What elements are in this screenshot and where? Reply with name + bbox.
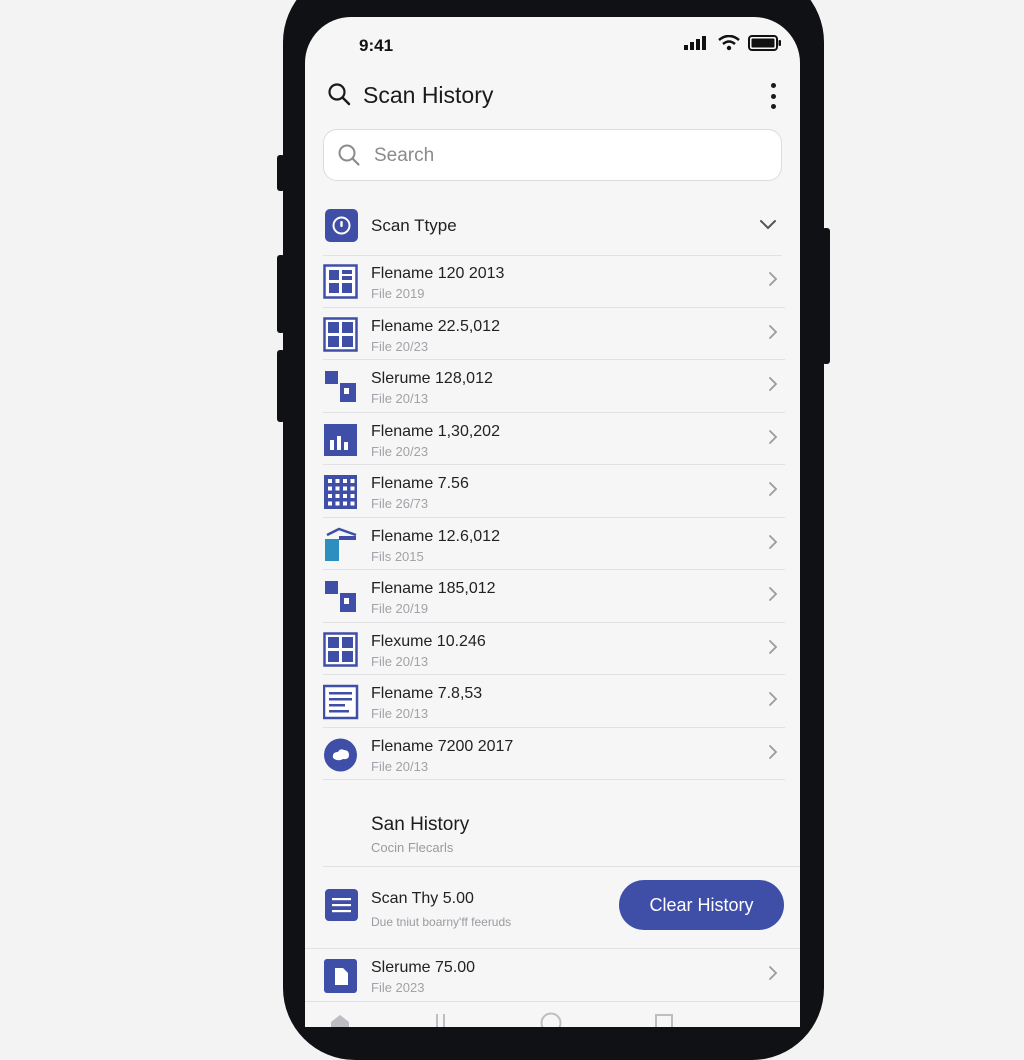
- wifi-icon: [718, 35, 740, 51]
- phone-screen: 9:41 Scan History Search Scan Ttype Flen…: [305, 17, 800, 1027]
- chevron-right-icon: [769, 482, 778, 496]
- scan-type-icon: [325, 209, 358, 242]
- battery-icon: [748, 35, 781, 51]
- list-item[interactable]: Slerume 128,012 File 20/13: [323, 360, 785, 413]
- list-item[interactable]: Flename 7.56 File 26/73: [323, 465, 785, 518]
- section-title: San History: [371, 814, 470, 835]
- list-item-subtitle: File 26/73: [371, 496, 429, 511]
- chevron-right-icon: [769, 966, 778, 980]
- list-item-subtitle: File 20/19: [371, 601, 429, 616]
- chevron-right-icon: [769, 639, 778, 654]
- list-item[interactable]: Flename 7200 2017 File 20/13: [323, 728, 785, 780]
- list-item-title: Flename 7.8,53: [371, 685, 483, 702]
- list-item[interactable]: Slerume 75.00 File 2023: [323, 949, 785, 1001]
- list-item-title: Flename 7200 2017: [371, 737, 514, 755]
- list-item-title: Flename 120 2013: [371, 265, 505, 282]
- volume-up-button: [277, 255, 285, 333]
- list-item-title: Flename 1,30,202: [371, 422, 500, 440]
- scan-list: Flename 120 2013 File 2019 Flename 22.5,01…: [322, 255, 785, 780]
- list-item-title: Flename 12.6,012: [371, 527, 500, 545]
- scanner-icon: [323, 527, 359, 563]
- status-time: 9:41: [359, 36, 394, 55]
- list-item-subtitle: Fils 2015: [371, 548, 424, 564]
- list-item-subtitle: File 20/23: [371, 443, 429, 459]
- more-options-icon[interactable]: [768, 83, 778, 109]
- dots-grid-icon: [323, 474, 359, 510]
- list-item-subtitle: File 20/13: [371, 758, 429, 774]
- list-item-title: Slerume 75.00: [371, 959, 476, 976]
- chevron-right-icon: [769, 429, 778, 444]
- status-icons: [684, 35, 782, 51]
- list-item[interactable]: Flename 22.5,012 File 20/23: [323, 308, 785, 360]
- chevron-right-icon: [769, 692, 778, 706]
- list-item-title: Flename 185,012: [371, 580, 496, 597]
- chevron-right-icon: [769, 324, 778, 339]
- chevron-down-icon[interactable]: [758, 217, 778, 231]
- list-item-title: Slerume 128,012: [371, 370, 493, 387]
- chart-doc-icon: [323, 422, 359, 458]
- scan-type-filter[interactable]: Scan Ttype: [323, 207, 782, 256]
- clear-history-button[interactable]: Clear History: [619, 880, 784, 930]
- power-button: [822, 228, 830, 364]
- summary-title: Scan Thy 5.00: [371, 890, 474, 907]
- chevron-right-icon: [769, 272, 778, 286]
- list-item-subtitle: File 2023: [371, 980, 425, 995]
- signal-icon: [684, 36, 706, 50]
- home-circle-icon[interactable]: [540, 1012, 562, 1027]
- list-item[interactable]: Flename 7.8,53 File 20/13: [322, 675, 785, 728]
- cloud-icon: [323, 737, 359, 773]
- blocks-icon: [323, 579, 359, 615]
- scan-type-label: Scan Ttype: [371, 216, 457, 235]
- list-item-subtitle: File 20/13: [371, 706, 429, 721]
- chevron-right-icon: [769, 744, 778, 759]
- list-item[interactable]: Flename 1,30,202 File 20/23: [323, 413, 785, 465]
- list-item-subtitle: File 20/13: [371, 391, 429, 406]
- list-item[interactable]: Flename 120 2013 File 2019: [323, 255, 785, 308]
- list-item[interactable]: Flename 12.6,012 Fils 2015: [323, 518, 785, 570]
- blocks-icon: [323, 369, 359, 405]
- list-item-subtitle: File 2019: [371, 286, 425, 301]
- search-icon[interactable]: [327, 82, 351, 111]
- list-item-title: Flename 7.56: [371, 475, 469, 492]
- chevron-right-icon: [769, 377, 778, 391]
- list-item-title: Flename 22.5,012: [371, 317, 500, 335]
- home-icon[interactable]: [329, 1014, 351, 1027]
- grid-icon: [323, 631, 359, 668]
- list-item[interactable]: Flename 185,012 File 20/19: [323, 570, 785, 623]
- list-item[interactable]: Flexume 10.246 File 20/13: [323, 623, 785, 675]
- summary-row: Scan Thy 5.00 Due tniut boarny'ff feerud…: [305, 867, 800, 949]
- section-subtitle: Cocin Flecarls: [371, 840, 454, 855]
- history-section: San History Cocin Flecarls: [323, 796, 800, 867]
- recent-apps-icon[interactable]: [435, 1014, 447, 1027]
- document-icon: [323, 958, 359, 994]
- back-square-icon[interactable]: [655, 1014, 673, 1027]
- chevron-right-icon: [769, 587, 778, 601]
- list-item-subtitle: File 20/23: [371, 338, 429, 354]
- page-title: Scan History: [363, 82, 494, 108]
- grid-icon: [323, 316, 359, 353]
- volume-down-button: [277, 350, 285, 422]
- grid-doc-icon: [323, 264, 359, 300]
- chevron-right-icon: [769, 534, 778, 549]
- search-bar: [323, 129, 782, 181]
- list-item-subtitle: File 20/13: [371, 653, 429, 669]
- search-input[interactable]: [372, 140, 756, 172]
- list-icon: [325, 889, 358, 921]
- summary-subtitle: Due tniut boarny'ff feeruds: [371, 915, 512, 929]
- search-field-icon: [338, 144, 360, 166]
- list-item-title: Flexume 10.246: [371, 632, 486, 650]
- mute-switch: [277, 155, 285, 191]
- text-doc-icon: [322, 684, 359, 720]
- bottom-nav: [305, 1001, 800, 1027]
